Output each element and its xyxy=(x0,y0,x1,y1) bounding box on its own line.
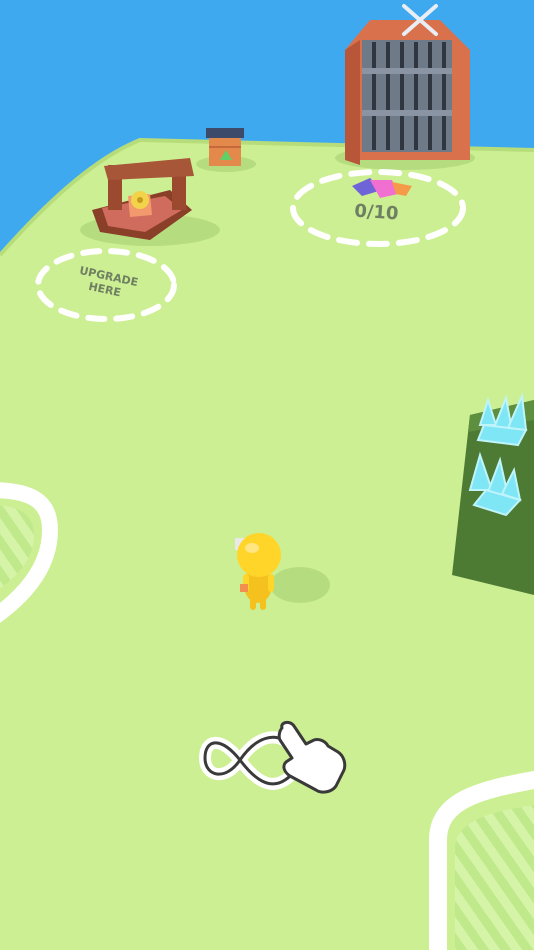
game-scene[interactable]: UPGRADE HERE 0/10 xyxy=(0,0,534,950)
gate-progress-counter: 0/10 xyxy=(354,200,400,224)
saw-blade-icon xyxy=(131,191,149,209)
